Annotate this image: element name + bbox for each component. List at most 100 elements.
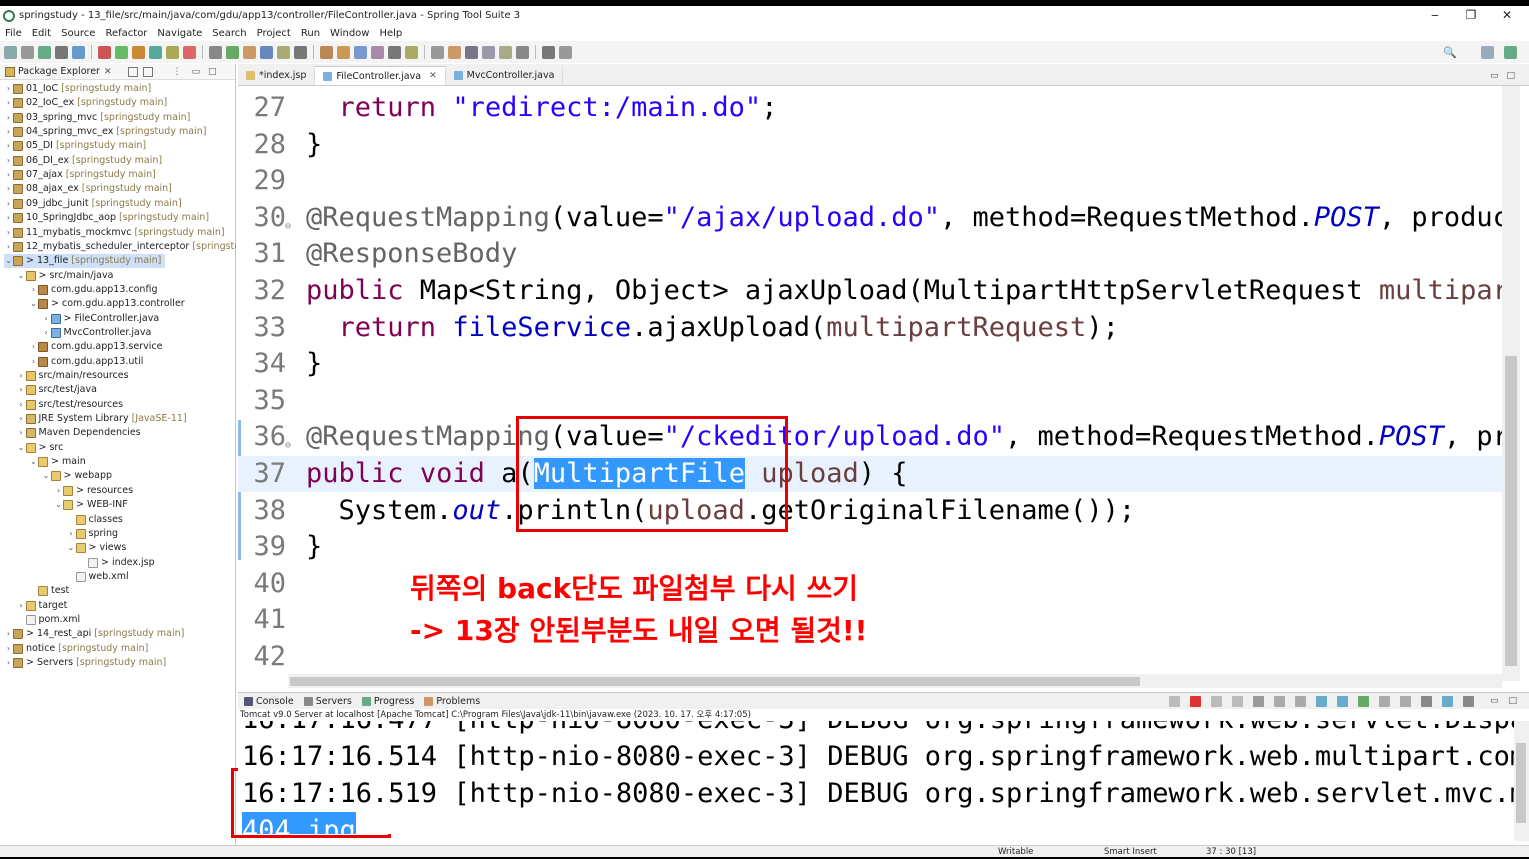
tree-item[interactable]: test [29,584,69,598]
console-toolbar-icon[interactable] [1399,695,1411,707]
tree-item[interactable]: › com.gdu.app13.util [29,355,143,369]
tree-item[interactable]: ⌄ > WEB-INF [54,498,128,512]
tree-item[interactable]: › 02_IoC_ex [springstudy main] [4,96,167,110]
tree-item[interactable]: › spring [67,527,118,541]
code-line[interactable]: 27 return "redirect:/main.do"; [238,90,1502,126]
console-toolbar-icon[interactable] [1294,695,1306,707]
editor-tab[interactable]: MvcController.java [446,66,564,85]
chevron-right-icon[interactable]: › [17,383,26,397]
console-toolbar-icon[interactable] [1357,695,1369,707]
toolbar-button-icon[interactable] [243,45,256,59]
code-line[interactable]: 31 @ResponseBody [238,236,1502,272]
editor-horizontal-scrollbar[interactable] [288,674,1502,688]
editor-tab[interactable]: *index.jsp [238,66,316,85]
tree-item[interactable]: ⌄ > main [29,455,86,469]
console-toolbar-icon[interactable] [1378,695,1390,707]
scroll-thumb[interactable] [1516,743,1526,823]
tree-item[interactable]: › 11_mybatis_mockmvc [springstudy main] [4,226,225,240]
chevron-right-icon[interactable]: › [42,326,51,340]
toolbar-button-icon[interactable] [431,45,444,59]
chevron-right-icon[interactable]: › [4,111,13,125]
toolbar-button-icon[interactable] [482,45,495,59]
menu-source[interactable]: Source [56,28,100,39]
console-tab-problems[interactable]: Problems [424,696,480,707]
tree-item[interactable]: classes [67,513,123,527]
scroll-thumb[interactable] [290,677,1140,686]
tree-item[interactable]: ⌄ > webapp [42,469,112,483]
menu-file[interactable]: File [0,28,27,39]
toolbar-button-icon[interactable] [294,45,307,59]
menu-refactor[interactable]: Refactor [100,28,152,39]
tree-item[interactable]: › com.gdu.app13.service [29,340,162,354]
close-button[interactable]: ✕ [1489,6,1525,25]
chevron-right-icon[interactable]: › [4,240,13,254]
code-line[interactable]: 29 [238,163,1502,199]
chevron-right-icon[interactable]: › [29,340,38,354]
tree-item[interactable]: › 10_SpringJdbc_aop [springstudy main] [4,211,209,225]
chevron-down-icon[interactable]: ⌄ [29,455,38,469]
chevron-down-icon[interactable]: ⌄ [4,254,13,268]
chevron-right-icon[interactable]: › [4,656,13,670]
toolbar-button-icon[interactable] [559,45,572,59]
link-with-editor-icon[interactable] [142,66,153,77]
chevron-down-icon[interactable]: ⌄ [67,541,76,555]
chevron-right-icon[interactable]: › [4,627,13,641]
chevron-right-icon[interactable]: › [17,398,26,412]
toolbar-button-icon[interactable] [465,45,478,59]
console-toolbar-icon[interactable] [1231,695,1243,707]
toolbar-button-icon[interactable] [21,45,34,59]
console-toolbar-icon[interactable] [1252,695,1264,707]
console-line[interactable]: 404.jpg [242,812,356,834]
tree-item[interactable]: > index.jsp [79,556,155,570]
chevron-down-icon[interactable]: ⌄ [42,469,51,483]
editor-tab[interactable]: FileController.java ✕ [315,66,446,85]
toolbar-button-icon[interactable] [499,45,512,59]
toolbar-button-icon[interactable] [166,45,179,59]
console-tab-servers[interactable]: Servers [303,696,352,707]
menu-run[interactable]: Run [296,28,325,39]
close-icon[interactable]: ✕ [104,67,112,77]
tree-item[interactable]: ⌄ > 13_file [springstudy main] [4,254,166,269]
chevron-right-icon[interactable]: › [4,211,13,225]
console-scrollbar[interactable] [1514,721,1529,841]
console-toolbar-icon[interactable] [1189,695,1201,707]
code-line[interactable]: 37 public void a(MultipartFile upload) { [238,456,1502,492]
tree-item[interactable]: › MvcController.java [42,326,151,340]
code-line[interactable]: 32 public Map<String, Object> ajaxUpload(… [238,273,1502,309]
toolbar-button-icon[interactable] [542,45,555,59]
console-tab-progress[interactable]: Progress [361,696,414,707]
maximize-view-icon[interactable]: □ [1508,696,1517,706]
tree-item[interactable]: › > Servers [springstudy main] [4,656,166,670]
maximize-view-icon[interactable]: □ [1506,71,1515,81]
console-line[interactable]: 16:17:16.519 [http-nio-8080-exec-3] DEBU… [242,775,1514,812]
toolbar-button-icon[interactable] [55,45,68,59]
toolbar-button-icon[interactable] [115,45,128,59]
tree-item[interactable]: › src/main/resources [17,369,129,383]
minimize-view-icon[interactable]: ▭ [1490,71,1499,81]
console-toolbar-icon[interactable] [1420,695,1432,707]
chevron-right-icon[interactable]: › [17,426,26,440]
menu-help[interactable]: Help [374,28,407,39]
tree-item[interactable]: ⌄ > src [17,441,63,455]
menu-navigate[interactable]: Navigate [152,28,207,39]
toolbar-button-icon[interactable] [4,45,17,59]
console-line[interactable]: 16:17:16.477 [http-nio-8080-exec-3] DEBU… [242,721,1514,738]
tree-item[interactable]: › > FileController.java [42,312,159,326]
chevron-right-icon[interactable]: › [29,283,38,297]
toolbar-button-icon[interactable] [320,45,333,59]
toolbar-button-icon[interactable] [388,45,401,59]
tree-item[interactable]: › target [17,599,67,613]
toolbar-button-icon[interactable] [72,45,85,59]
menu-project[interactable]: Project [252,28,296,39]
chevron-right-icon[interactable]: › [4,226,13,240]
console-toolbar-icon[interactable] [1210,695,1222,707]
tree-item[interactable]: › 05_DI [springstudy main] [4,139,146,153]
chevron-right-icon[interactable]: › [17,412,26,426]
tree-item[interactable]: ⌄ > src/main/java [17,269,113,283]
toolbar-button-icon[interactable] [183,45,196,59]
toolbar-button-icon[interactable] [38,45,51,59]
code-line[interactable]: 38 System.out.println(upload.getOriginal… [238,493,1502,529]
tree-item[interactable]: › 04_spring_mvc_ex [springstudy main] [4,125,206,139]
minimize-view-icon[interactable]: ▭ [192,67,201,77]
console-toolbar-icon[interactable] [1336,695,1348,707]
